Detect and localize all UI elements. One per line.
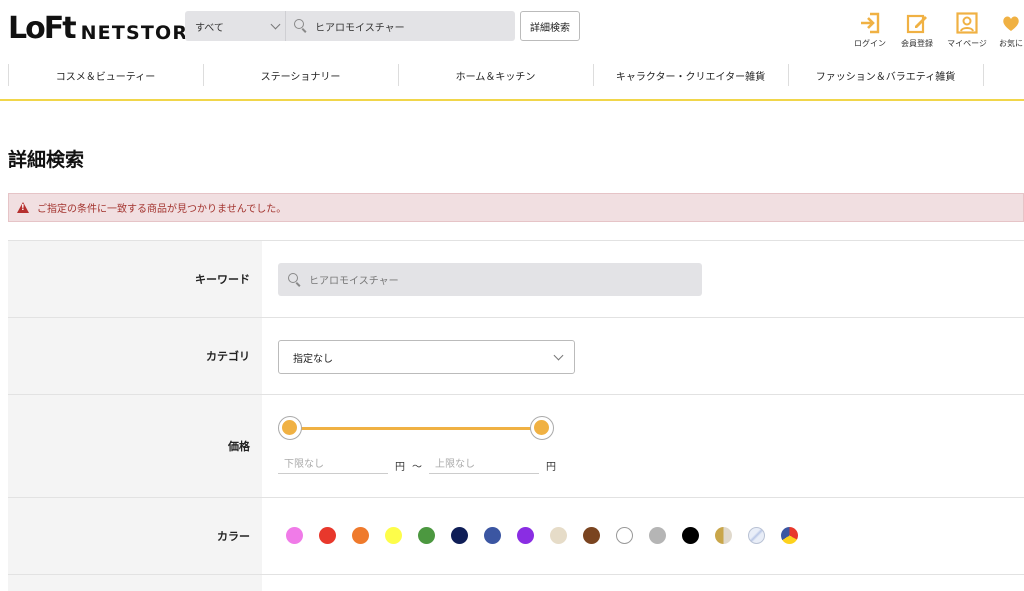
color-swatch-red[interactable] — [319, 527, 336, 544]
mypage-label: マイページ — [947, 39, 987, 48]
keyword-placeholder: ヒアロモイスチャー — [309, 276, 399, 287]
nav-item-home-kitchen[interactable]: ホーム＆キッチン — [398, 62, 593, 88]
keyword-input[interactable]: ヒアロモイスチャー — [278, 263, 702, 296]
alert-text: ご指定の条件に一致する商品が見つかりませんでした。 — [37, 204, 287, 215]
favorite-icon — [1000, 12, 1022, 34]
color-swatch-multi[interactable] — [781, 527, 798, 544]
chevron-down-icon — [270, 19, 281, 29]
category-selected: 指定なし — [293, 353, 333, 365]
nav-item-stationery[interactable]: ステーショナリー — [203, 62, 398, 88]
price-min-input[interactable]: 下限なし — [278, 452, 388, 474]
login-label: ログイン — [854, 39, 886, 48]
category-nav: コスメ＆ビューティー ステーショナリー ホーム＆キッチン キャラクター・クリエイ… — [0, 62, 1024, 90]
no-results-alert: ご指定の条件に一致する商品が見つかりませんでした。 — [8, 193, 1024, 222]
nav-divider — [983, 64, 984, 86]
price-max-input[interactable]: 上限なし — [429, 452, 539, 474]
header-search: すべて ヒアロモイスチャー — [185, 11, 515, 41]
nav-item-fashion[interactable]: ファッション＆バラエティ雑貨 — [788, 62, 983, 88]
color-swatch-blue[interactable] — [484, 527, 501, 544]
next-row-label — [8, 575, 262, 591]
price-max-unit: 円 — [546, 462, 556, 473]
register-label: 会員登録 — [901, 39, 933, 48]
color-swatch-gold[interactable] — [715, 527, 732, 544]
next-row — [8, 574, 1024, 591]
search-icon — [293, 18, 309, 34]
chevron-down-icon — [553, 350, 564, 360]
color-swatch-green[interactable] — [418, 527, 435, 544]
price-slider-track[interactable] — [290, 427, 542, 430]
category-row: カテゴリ 指定なし — [8, 317, 1024, 394]
logo-main: LoFt — [8, 11, 77, 46]
color-swatch-white[interactable] — [616, 527, 633, 544]
category-select[interactable]: 指定なし — [278, 340, 575, 374]
price-row: 価格 下限なし 円 〜 上限なし 円 — [8, 394, 1024, 497]
color-swatch-yellow[interactable] — [385, 527, 402, 544]
search-icon — [287, 272, 303, 288]
mypage-icon — [956, 12, 978, 34]
color-row: カラー — [8, 497, 1024, 574]
keyword-row: キーワード ヒアロモイスチャー — [8, 240, 1024, 317]
nav-item-cosme[interactable]: コスメ＆ビューティー — [8, 62, 203, 88]
price-label: 価格 — [8, 395, 262, 497]
color-swatch-orange[interactable] — [352, 527, 369, 544]
header: LoFt NETSTORE すべて ヒアロモイスチャー 詳細検索 ログイン 会員… — [0, 0, 1024, 54]
color-swatch-pink[interactable] — [286, 527, 303, 544]
favorite-label: お気に — [999, 39, 1023, 48]
search-scope-value: すべて — [195, 22, 224, 34]
color-swatch-purple[interactable] — [517, 527, 534, 544]
warning-icon — [17, 202, 29, 213]
login-icon — [859, 12, 881, 34]
logo[interactable]: LoFt NETSTORE — [8, 10, 202, 46]
color-swatch-navy[interactable] — [451, 527, 468, 544]
nav-underline — [0, 99, 1024, 101]
color-swatch-beige[interactable] — [550, 527, 567, 544]
price-tilde: 〜 — [412, 462, 422, 473]
mypage-link[interactable]: マイページ — [942, 12, 992, 49]
nav-item-character[interactable]: キャラクター・クリエイター雑貨 — [593, 62, 788, 88]
price-min-handle[interactable] — [278, 416, 302, 440]
color-swatch-brown[interactable] — [583, 527, 600, 544]
favorite-link[interactable]: お気に — [994, 12, 1024, 49]
search-input[interactable]: ヒアロモイスチャー — [315, 19, 405, 34]
register-link[interactable]: 会員登録 — [892, 12, 942, 49]
price-min-unit: 円 — [395, 462, 405, 473]
color-label: カラー — [8, 498, 262, 574]
color-swatch-clear[interactable] — [748, 527, 765, 544]
page-title: 詳細検索 — [8, 149, 85, 171]
login-link[interactable]: ログイン — [845, 12, 895, 49]
keyword-label: キーワード — [8, 241, 262, 317]
register-icon — [906, 12, 928, 34]
color-swatch-gray[interactable] — [649, 527, 666, 544]
advanced-search-button[interactable]: 詳細検索 — [520, 11, 580, 41]
price-max-handle[interactable] — [530, 416, 554, 440]
color-swatch-black[interactable] — [682, 527, 699, 544]
category-label: カテゴリ — [8, 318, 262, 394]
color-swatches — [286, 527, 798, 544]
search-scope-select[interactable]: すべて — [185, 11, 286, 41]
